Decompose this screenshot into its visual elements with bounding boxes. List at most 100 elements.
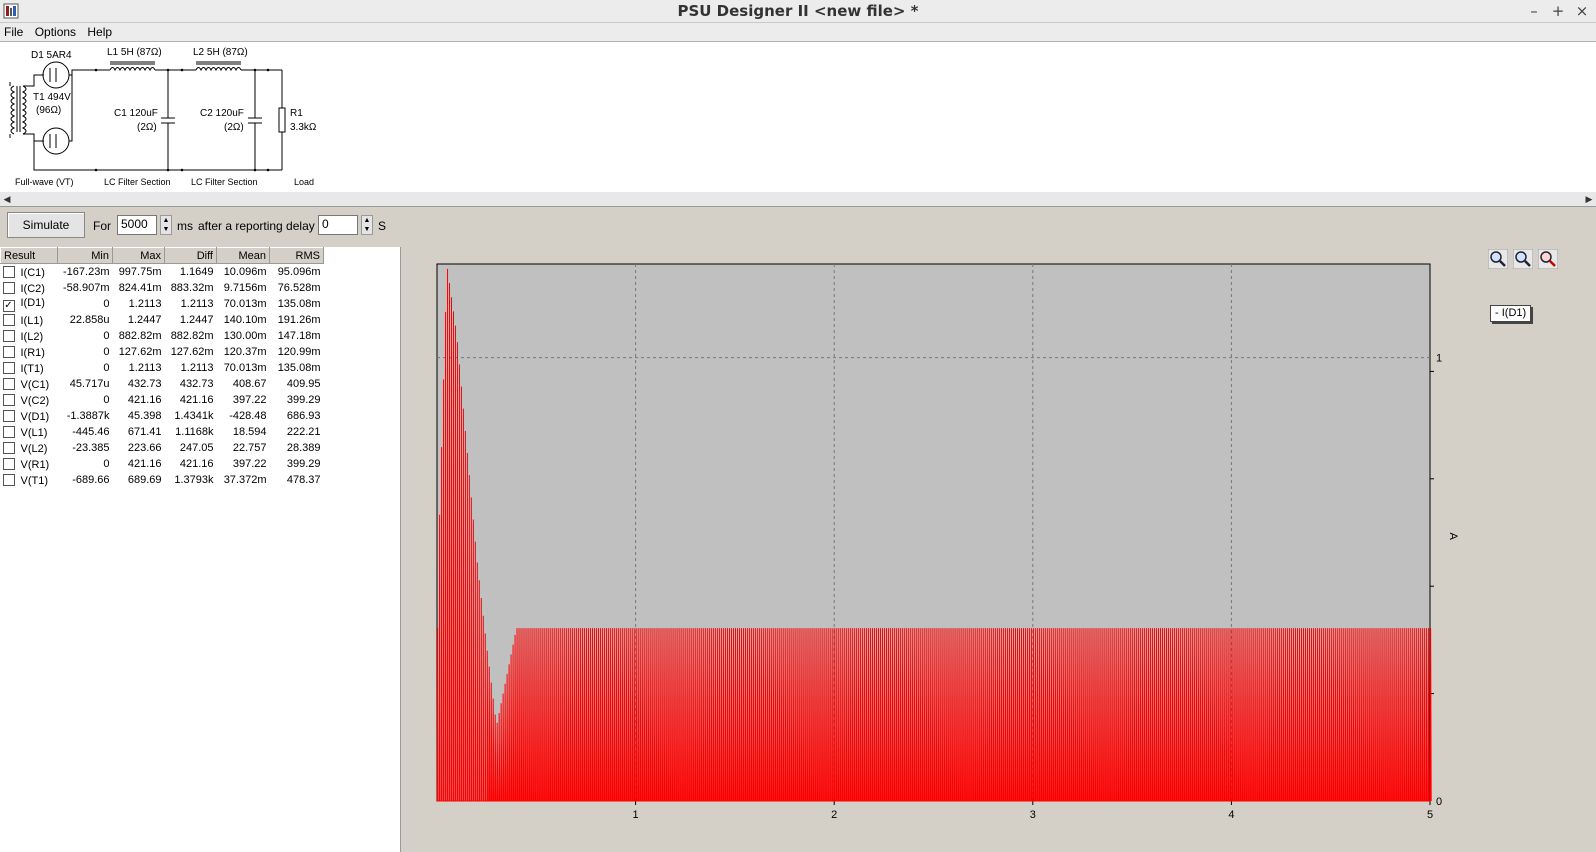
delay-spinner[interactable]: ▲ ▼ xyxy=(361,215,373,235)
result-checkbox[interactable] xyxy=(2,265,15,278)
menu-help[interactable]: Help xyxy=(83,23,116,41)
cell-rms: 399.29 xyxy=(286,394,321,406)
zoom-out-icon[interactable] xyxy=(1513,249,1533,269)
col-diff[interactable]: Diff xyxy=(164,247,217,264)
delay-input[interactable]: 0 xyxy=(318,215,358,235)
for-label: For xyxy=(93,219,111,233)
simulate-button[interactable]: Simulate xyxy=(7,212,85,238)
table-row[interactable]: ✓ I(D1) 0 1.2113 1.2113 70.013m 135.08m xyxy=(1,296,324,312)
section-fullwave: Full-wave (VT) xyxy=(15,177,74,187)
current-chart[interactable]: 1 2 3 4 50 1 A xyxy=(401,247,1481,837)
maximize-button[interactable]: + xyxy=(1550,0,1566,22)
cell-min: -167.23m xyxy=(63,266,110,278)
transformer-primary xyxy=(10,85,16,135)
result-label: V(D1) xyxy=(20,410,50,423)
c1-resistance: (2Ω) xyxy=(137,122,157,133)
result-name: V(T1) xyxy=(1,472,58,488)
result-checkbox[interactable] xyxy=(2,313,15,326)
result-name: V(D1) xyxy=(1,408,58,424)
chart-legend[interactable]: - I(D1) xyxy=(1490,305,1532,322)
cell-max: 997.75m xyxy=(118,266,162,278)
result-checkbox[interactable] xyxy=(2,393,15,406)
cell-rms: 95.096m xyxy=(277,266,321,278)
result-checkbox[interactable] xyxy=(2,473,15,486)
menu-options[interactable]: Options xyxy=(31,23,80,41)
cell-mean: 397.22 xyxy=(232,394,267,406)
schematic-scrollbar[interactable]: ◀ ▶ xyxy=(0,192,1596,207)
result-checkbox[interactable] xyxy=(2,457,15,470)
zoom-reset-icon[interactable] xyxy=(1538,249,1558,269)
table-row[interactable]: V(R1) 0 421.16 421.16 397.22 399.29 xyxy=(1,456,324,472)
result-label: V(C1) xyxy=(20,378,50,391)
cell-rms: 409.95 xyxy=(286,378,321,390)
result-checkbox[interactable] xyxy=(2,409,15,422)
cell-max: 882.82m xyxy=(118,330,162,342)
minimize-button[interactable]: – xyxy=(1526,0,1542,22)
cell-max: 1.2447 xyxy=(127,314,162,326)
result-checkbox[interactable] xyxy=(2,361,15,374)
result-name: V(L2) xyxy=(1,440,58,456)
result-checkbox[interactable] xyxy=(2,329,15,342)
title-bar: PSU Designer II <new file> * – + × xyxy=(0,0,1596,23)
duration-input[interactable]: 5000 xyxy=(117,215,157,235)
menu-file[interactable]: File xyxy=(0,23,27,41)
result-checkbox[interactable] xyxy=(2,345,15,358)
cell-rms: 135.08m xyxy=(277,362,321,374)
close-button[interactable]: × xyxy=(1574,0,1590,22)
result-checkbox[interactable]: ✓ xyxy=(2,299,15,312)
cell-diff: 421.16 xyxy=(179,458,214,470)
circuit-diagram: D1 5AR4 L1 5H (87Ω) L2 5H (87Ω) T1 494V … xyxy=(9,47,317,187)
table-row[interactable]: I(L2) 0 882.82m 882.82m 130.00m 147.18m xyxy=(1,328,324,344)
cell-diff: 1.4341k xyxy=(174,410,214,422)
cell-diff: 1.2447 xyxy=(179,314,214,326)
cell-mean: 397.22 xyxy=(232,458,267,470)
table-row[interactable]: V(C2) 0 421.16 421.16 397.22 399.29 xyxy=(1,392,324,408)
y-axis-label: A xyxy=(1447,533,1459,541)
result-checkbox[interactable] xyxy=(2,281,15,294)
section-lc1: LC Filter Section xyxy=(104,177,171,187)
cell-max: 223.66 xyxy=(127,442,162,454)
simulation-toolbar: Simulate For 5000 ▲ ▼ ms after a reportin… xyxy=(0,207,1596,245)
col-max[interactable]: Max xyxy=(112,247,165,264)
col-result[interactable]: Result xyxy=(0,247,58,264)
result-label: V(T1) xyxy=(20,474,49,487)
cell-max: 671.41 xyxy=(127,426,162,438)
t1-resistance: (96Ω) xyxy=(36,105,61,116)
col-rms[interactable]: RMS xyxy=(269,247,324,264)
zoom-in-icon[interactable] xyxy=(1488,249,1508,269)
scroll-right-icon[interactable]: ▶ xyxy=(1583,193,1595,205)
result-checkbox[interactable] xyxy=(2,425,15,438)
cell-min: -445.46 xyxy=(72,426,110,438)
cell-max: 1.2113 xyxy=(128,298,162,310)
col-min[interactable]: Min xyxy=(57,247,113,264)
cell-max: 824.41m xyxy=(118,282,162,294)
result-checkbox[interactable] xyxy=(2,441,15,454)
table-row[interactable]: V(D1) -1.3887k 45.398 1.4341k -428.48 686.93 xyxy=(1,408,324,424)
cell-mean: -428.48 xyxy=(229,410,267,422)
cell-min: 45.717u xyxy=(69,378,110,390)
result-label: V(C2) xyxy=(20,394,50,407)
col-mean[interactable]: Mean xyxy=(216,247,270,264)
table-row[interactable]: I(T1) 0 1.2113 1.2113 70.013m 135.08m xyxy=(1,360,324,376)
table-row[interactable]: V(C1) 45.717u 432.73 432.73 408.67 409.95 xyxy=(1,376,324,392)
result-name: I(R1) xyxy=(1,344,58,360)
cell-rms: 76.528m xyxy=(277,282,321,294)
table-row[interactable]: I(C1) -167.23m 997.75m 1.1649 10.096m 95.096m xyxy=(1,264,324,281)
duration-spinner[interactable]: ▲ ▼ xyxy=(160,215,172,235)
schematic-panel[interactable]: D1 5AR4 L1 5H (87Ω) L2 5H (87Ω) T1 494V … xyxy=(0,42,1596,193)
cell-mean: 120.37m xyxy=(223,346,267,358)
table-row[interactable]: V(L1) -445.46 671.41 1.1168k 18.594 222.21 xyxy=(1,424,324,440)
cell-mean: 70.013m xyxy=(223,362,267,374)
table-row[interactable]: V(T1) -689.66 689.69 1.3793k 37.372m 478.37 xyxy=(1,472,324,488)
result-label: V(R1) xyxy=(20,458,50,471)
table-row[interactable]: I(R1) 0 127.62m 127.62m 120.37m 120.99m xyxy=(1,344,324,360)
table-row[interactable]: I(L1) 22.858u 1.2447 1.2447 140.10m 191.26m xyxy=(1,312,324,328)
scroll-left-icon[interactable]: ◀ xyxy=(1,193,13,205)
l1-label: L1 5H (87Ω) xyxy=(107,47,162,58)
table-row[interactable]: V(L2) -23.385 223.66 247.05 22.757 28.389 xyxy=(1,440,324,456)
ms-label: ms xyxy=(177,219,193,233)
table-row[interactable]: I(C2) -58.907m 824.41m 883.32m 9.7156m 76.528… xyxy=(1,280,324,296)
result-checkbox[interactable] xyxy=(2,377,15,390)
result-label: V(L2) xyxy=(20,442,48,455)
x-tick-label: 1 xyxy=(633,809,639,821)
